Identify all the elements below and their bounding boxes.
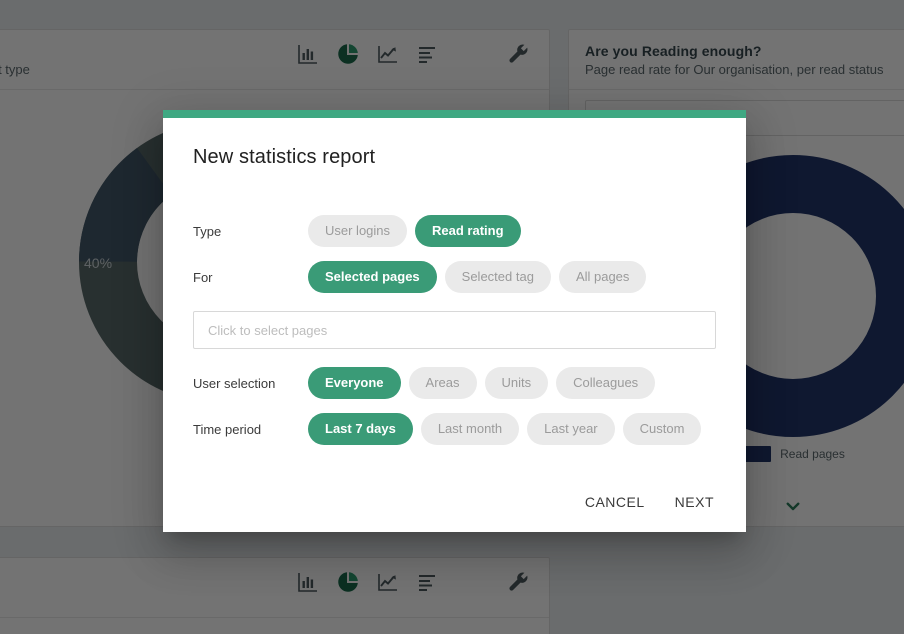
chip-colleagues[interactable]: Colleagues: [556, 367, 656, 399]
time-period-chip-group: Last 7 days Last month Last year Custom: [308, 413, 702, 445]
chip-user-logins[interactable]: User logins: [308, 215, 408, 247]
dialog-actions: CANCEL NEXT: [581, 486, 718, 518]
chip-custom[interactable]: Custom: [622, 413, 702, 445]
chip-everyone[interactable]: Everyone: [308, 367, 401, 399]
form-row-for: For Selected pages Selected tag All page…: [193, 261, 716, 293]
cancel-button[interactable]: CANCEL: [581, 486, 649, 518]
chip-selected-tag[interactable]: Selected tag: [444, 261, 551, 293]
dialog-title: New statistics report: [193, 146, 376, 168]
report-form: Type User logins Read rating For Selecte…: [163, 169, 746, 445]
chip-areas[interactable]: Areas: [408, 367, 477, 399]
time-period-label: Time period: [193, 421, 262, 437]
form-row-type: Type User logins Read rating: [193, 215, 716, 247]
for-chip-group: Selected pages Selected tag All pages: [308, 261, 647, 293]
new-statistics-report-dialog: New statistics report Type User logins R…: [163, 110, 746, 532]
chip-units[interactable]: Units: [484, 367, 549, 399]
chip-last-year[interactable]: Last year: [527, 413, 615, 445]
type-chip-group: User logins Read rating: [308, 215, 521, 247]
page-select-input[interactable]: [193, 311, 716, 349]
chip-selected-pages[interactable]: Selected pages: [308, 261, 437, 293]
form-row-time-period: Time period Last 7 days Last month Last …: [193, 413, 716, 445]
type-label: Type: [193, 223, 222, 239]
for-label: For: [193, 269, 213, 285]
chip-read-rating[interactable]: Read rating: [415, 215, 521, 247]
user-selection-chip-group: Everyone Areas Units Colleagues: [308, 367, 656, 399]
chip-all-pages[interactable]: All pages: [558, 261, 647, 293]
dialog-accent-bar: [163, 110, 746, 118]
user-selection-label: User selection: [193, 375, 276, 391]
app-root: per engagement type: [0, 0, 904, 634]
next-button[interactable]: NEXT: [671, 486, 718, 518]
form-row-user-selection: User selection Everyone Areas Units Coll…: [193, 367, 716, 399]
chip-last-7-days[interactable]: Last 7 days: [308, 413, 413, 445]
chip-last-month[interactable]: Last month: [420, 413, 520, 445]
